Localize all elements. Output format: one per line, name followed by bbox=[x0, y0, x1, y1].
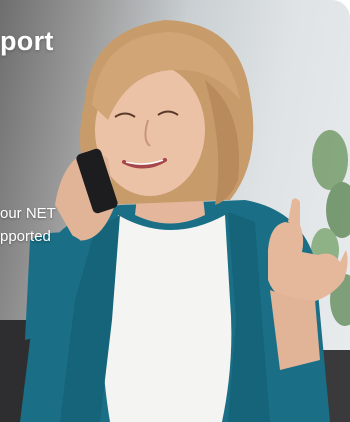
banner-subtext: our NET pported bbox=[0, 202, 90, 248]
promo-banner: port our NET pported bbox=[0, 0, 350, 422]
banner-headline: port bbox=[0, 26, 54, 56]
banner-subtext-line1: our NET bbox=[0, 205, 56, 222]
banner-subtext-line2: pported bbox=[0, 228, 51, 245]
